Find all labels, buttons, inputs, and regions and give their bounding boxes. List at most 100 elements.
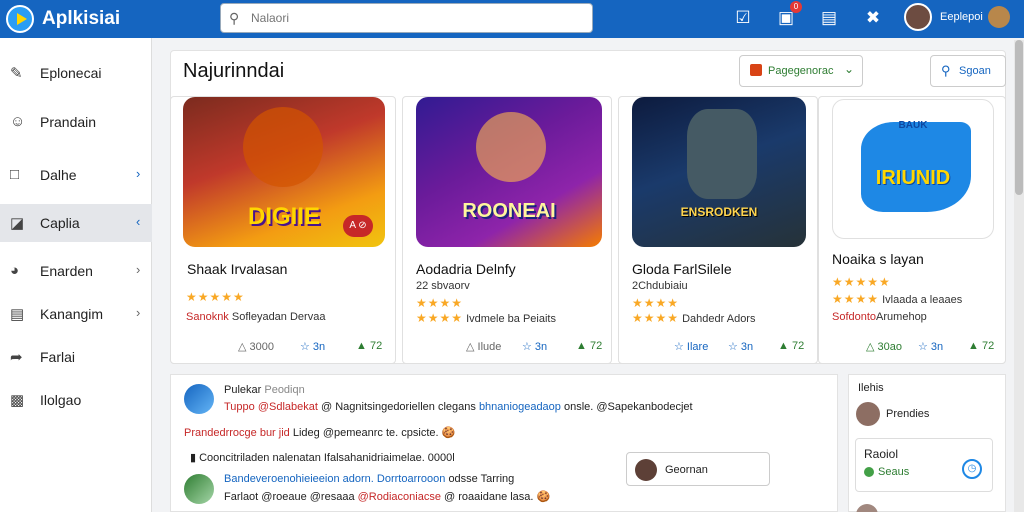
likes-stat: ☆ 3n [300,341,326,353]
user-icon: ☺ [10,113,26,130]
avatar[interactable] [184,384,214,414]
sidebar-item-label: Farlai [40,349,76,365]
image-subtitle: BAUK [898,120,928,131]
search-icon: ⚲ [229,10,240,26]
card-meta: ★★★★ Dahdedr Adors [632,311,756,325]
clock-icon[interactable]: ◷ [962,459,982,479]
sidebar-item-label: Ilolgao [40,392,82,408]
avatar [635,459,657,481]
likes-stat: ☆ 3n [522,341,548,353]
game-card-image[interactable]: ROONEAI [416,97,602,247]
username[interactable]: Eeplepoi [940,11,983,23]
scrollbar-thumb[interactable] [1015,40,1023,195]
post-text: ▮ Cooncitriladen nalenatan Ifalsahanidri… [190,452,455,464]
sidebar-item-label: Enarden [40,263,93,279]
game-logo-text: IRIUNID [875,167,951,189]
status-card[interactable]: Raoiol Seaus ◷ [855,438,993,492]
post-text: Prandedrrocge bur jid Lideg @pemeanrc te… [184,427,456,439]
sidebar-item-dalhe[interactable]: □ Dalhe › [0,156,152,194]
app-logo-icon[interactable] [6,5,34,33]
sidebar-item-label: Dalhe [40,167,77,183]
post-text: Bandeveroenohieieeion adorn. Dorrtoarroo… [224,473,515,485]
card-title: Aodadria Delnfy [416,261,516,277]
post-author: Pulekar Peodiqn [224,384,305,396]
search-button-label: Sgoan [959,65,991,77]
search-icon: ⚲ [941,63,951,78]
avatar[interactable] [856,402,880,426]
status-text: Seaus [878,466,910,478]
card-title: Shaak Irvalasan [187,261,288,277]
list-icon: ▤ [10,306,25,323]
scrollbar[interactable] [1014,40,1024,512]
card-meta-line: ★★★★ Ivlaada a leaaes [832,292,963,306]
rating-stars: ★★★★★ [832,275,891,289]
character-figure [476,112,546,182]
game-card-image[interactable]: BAUK IRIUNID [832,99,994,239]
page-title: Najurinndai [183,60,285,82]
contact-name: Geornan [665,464,708,476]
downloads-stat: △ 3000 [238,341,274,353]
card-title: Gloda FarlSilele [632,261,732,277]
search-input[interactable] [251,9,581,27]
sidebar-item-enarden[interactable]: ◕ Enarden › [0,252,152,290]
downloads-stat: ☆ Ilare [674,341,709,353]
check-square-icon[interactable]: ☑ [732,7,754,29]
card-title: Noaika s layan [832,251,924,267]
game-logo-text: ROONEAI [462,200,556,222]
rating-stars: ★★★★ [416,296,464,310]
share-icon: ➦ [10,349,23,366]
tag-icon: ◪ [10,215,25,232]
card-meta: SofdontoArumehop [832,311,927,323]
app-name: Aplkisiai [42,8,121,29]
avatar[interactable] [184,474,214,504]
search-button[interactable]: ⚲ Sgoan [930,55,1006,87]
status-card-title: Raoiol [864,447,899,461]
chevron-left-icon: ‹ [136,214,141,229]
sidebar-item-label: Kanangim [40,306,104,322]
image-badge: A ⊘ [343,215,373,237]
card-meta: Sanoknk Sofleyadan Dervaa [186,311,326,323]
edit-icon: ✎ [10,65,23,82]
panel-heading: Ilehis [858,382,884,394]
sidebar-item-label: Eplonecai [40,65,102,81]
notification-badge: 0 [790,1,802,13]
contact-chip[interactable]: Geornan [626,452,770,486]
reviews-stat: ▲ 72 [778,340,805,352]
downloads-stat: △ Ilude [466,341,502,353]
search-bar[interactable]: ⚲ [220,3,593,33]
game-card-image[interactable]: DIGIIE A ⊘ [183,97,385,247]
sidebar-item-prandain[interactable]: ☺ Prandain [0,103,152,141]
downloads-stat: △ 30ao [866,341,902,353]
game-logo-text: ENSRODKEN [680,205,758,219]
camera-icon: □ [10,166,20,183]
sidebar-item-kanangim[interactable]: ▤ Kanangim › [0,295,152,333]
post-text: Farlaot @roeaue @resaaa @Rodiaconiacse @… [224,491,551,503]
sidebar-item-eplonecai[interactable]: ✎ Eplonecai [0,54,152,92]
character-figure [687,109,757,199]
rating-stars: ★★★★★ [186,290,245,304]
game-card-image[interactable]: ENSRODKEN [632,97,806,247]
cookie-icon[interactable] [988,6,1010,28]
store-icon[interactable]: ▤ [818,7,840,29]
filter-label: Pagegenorac [768,65,834,77]
post-text: Tuppo @Sdlabekat @ Nagnitsingedoriellen … [224,401,693,413]
sidebar-item-label: Caplia [40,215,80,231]
reviews-stat: ▲ 72 [356,340,383,352]
x-icon[interactable]: ✖ [862,7,884,29]
sidebar-item-caplia[interactable]: ◪ Caplia ‹ [0,204,152,242]
card-meta: ★★★★ Ivdmele ba Peiaits [416,311,556,325]
rating-stars: ★★★★ [632,296,680,310]
person-name[interactable]: Prendies [886,408,929,420]
chevron-right-icon: › [136,262,141,277]
download-icon: ▩ [10,392,25,409]
likes-stat: ☆ 3n [728,341,754,353]
sidebar-item-farlai[interactable]: ➦ Farlai [0,338,152,376]
sidebar-item-ilolgao[interactable]: ▩ Ilolgao [0,381,152,419]
user-avatar[interactable] [904,3,932,31]
sidebar-item-label: Prandain [40,114,97,130]
filter-dropdown[interactable]: Pagegenorac ⌄ [739,55,863,87]
chevron-down-icon: ⌄ [844,62,855,76]
google-icon: ◕ [10,262,20,279]
chevron-right-icon: › [136,305,141,320]
reviews-stat: ▲ 72 [576,340,603,352]
